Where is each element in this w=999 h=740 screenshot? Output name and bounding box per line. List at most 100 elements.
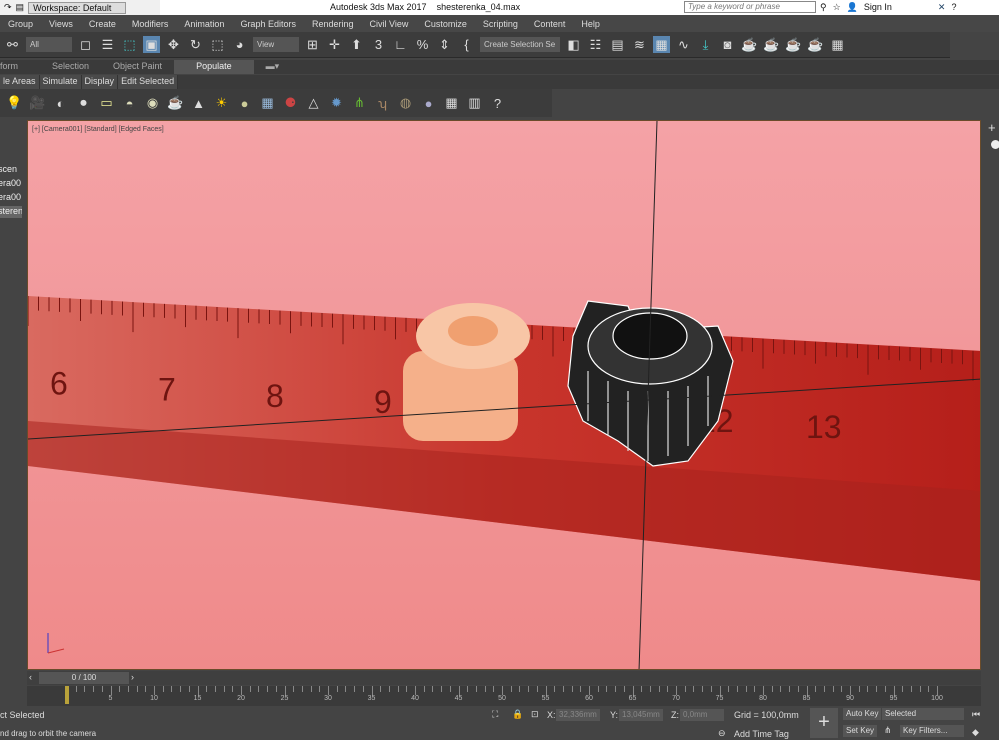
scale-icon[interactable]: ⬚ xyxy=(209,36,226,53)
toggle-ribbon-icon[interactable]: ▦ xyxy=(653,36,670,53)
modify-tab-icon[interactable] xyxy=(991,140,999,149)
particle-icon[interactable]: ⚈ xyxy=(282,95,299,112)
subtab-simulate[interactable]: Simulate xyxy=(39,75,82,89)
absolute-mode-icon[interactable]: ⊡ xyxy=(531,709,539,720)
sign-in-button[interactable]: Sign In xyxy=(864,2,892,13)
gear-icon[interactable]: ✹ xyxy=(328,95,345,112)
mirror-icon[interactable]: ◧ xyxy=(565,36,582,53)
half-sphere-icon[interactable]: ◐ xyxy=(52,95,69,112)
menu-group[interactable]: Group xyxy=(0,19,41,29)
isolate-icon[interactable]: ⛶ xyxy=(492,709,498,720)
menu-content[interactable]: Content xyxy=(526,19,574,29)
grid-view-icon[interactable]: ▦ xyxy=(443,95,460,112)
move-icon[interactable]: ✥ xyxy=(165,36,182,53)
export-icon[interactable]: ▥ xyxy=(466,95,483,112)
sphere-icon[interactable]: ● xyxy=(420,95,437,112)
align-icon[interactable]: ☷ xyxy=(587,36,604,53)
rendered-frame-icon[interactable]: ☕ xyxy=(763,36,780,53)
rotate-icon[interactable]: ↻ xyxy=(187,36,204,53)
schematic-view-icon[interactable]: ⤓ xyxy=(697,36,714,53)
curve-editor-icon[interactable]: ∿ xyxy=(675,36,692,53)
tab-populate[interactable]: Populate xyxy=(174,60,254,74)
render-grid-icon[interactable]: ▦ xyxy=(829,36,846,53)
edit-named-sets-icon[interactable]: { xyxy=(458,36,475,53)
disc-icon[interactable]: ● xyxy=(236,95,253,112)
material-editor-icon[interactable]: ◙ xyxy=(719,36,736,53)
layer-explorer-icon[interactable]: ≋ xyxy=(631,36,648,53)
key-filters-button[interactable]: Key Filters... xyxy=(900,725,964,737)
menu-customize[interactable]: Customize xyxy=(416,19,475,29)
key-tangent-icon[interactable]: ⋔ xyxy=(884,725,892,736)
rect-selection-icon[interactable]: ⬚ xyxy=(121,36,138,53)
dome-icon[interactable]: ◓ xyxy=(121,95,138,112)
menu-modifiers[interactable]: Modifiers xyxy=(124,19,177,29)
lock-icon[interactable]: 🔒 xyxy=(512,709,523,720)
cloth-icon[interactable]: ◍ xyxy=(397,95,414,112)
redo-icon[interactable]: ↷ xyxy=(4,2,12,13)
menu-rendering[interactable]: Rendering xyxy=(304,19,362,29)
render-setup-icon[interactable]: ☕ xyxy=(741,36,758,53)
exchange-icon[interactable]: ✕ xyxy=(938,2,946,13)
add-time-tag[interactable]: Add Time Tag xyxy=(734,729,789,739)
tab-object-paint[interactable]: Object Paint xyxy=(101,60,174,74)
named-selection-dropdown[interactable]: Create Selection Se xyxy=(480,37,560,52)
key-mode-toggle-icon[interactable]: ◆ xyxy=(972,727,979,738)
keyboard-shortcut-icon[interactable]: ⬆ xyxy=(348,36,365,53)
help-icon[interactable]: ? xyxy=(951,2,956,13)
camera-record-icon[interactable]: ⏺ xyxy=(75,95,92,112)
window-crossing-icon[interactable]: ▣ xyxy=(143,36,160,53)
auto-key-button[interactable]: Auto Key xyxy=(843,708,882,720)
time-slider-thumb[interactable]: 0 / 100 xyxy=(39,672,129,684)
ribbon-options-icon[interactable]: ▬▾ xyxy=(254,60,292,74)
set-key-big-button[interactable]: + xyxy=(810,708,838,738)
snaps-icon[interactable]: 3 xyxy=(370,36,387,53)
menu-animation[interactable]: Animation xyxy=(176,19,232,29)
workspace-dropdown[interactable]: Workspace: Default xyxy=(28,1,127,14)
render-cloud-icon[interactable]: ☕ xyxy=(807,36,824,53)
hair-icon[interactable]: ʮ xyxy=(374,95,391,112)
search-input[interactable]: Type a keyword or phrase xyxy=(684,1,816,13)
menu-scripting[interactable]: Scripting xyxy=(475,19,526,29)
menu-civil-view[interactable]: Civil View xyxy=(362,19,417,29)
pyramid-icon[interactable]: △ xyxy=(305,95,322,112)
list-item[interactable]: era00 xyxy=(0,192,22,204)
camera-viewport[interactable]: 678910111213 [+] [Camera001] [Standard] … xyxy=(27,120,981,670)
pivot-icon[interactable]: ⊞ xyxy=(304,36,321,53)
star-icon[interactable]: ☆ xyxy=(833,2,841,13)
prev-frame-icon[interactable]: ‹ xyxy=(29,672,32,682)
time-tag-icon[interactable]: ⊖ xyxy=(718,728,726,739)
light-lister-icon[interactable]: 💡 xyxy=(6,95,23,112)
help-circle-icon[interactable]: ? xyxy=(489,95,506,112)
track-bar[interactable]: 0510152025303540455055606570758085909510… xyxy=(27,686,981,706)
menu-graph-editors[interactable]: Graph Editors xyxy=(232,19,304,29)
goto-start-icon[interactable]: ⏮ xyxy=(972,709,980,720)
sphere-light-icon[interactable]: ◉ xyxy=(144,95,161,112)
render-icon[interactable]: ☕ xyxy=(785,36,802,53)
binoculars-icon[interactable]: ⚲ xyxy=(820,2,827,13)
subtab-edit-selected[interactable]: Edit Selected xyxy=(118,75,179,89)
next-frame-icon[interactable]: › xyxy=(131,672,134,682)
placement-icon[interactable]: ◕ xyxy=(231,36,248,53)
set-key-button[interactable]: Set Key xyxy=(843,725,878,737)
list-item[interactable]: steren xyxy=(0,206,22,218)
list-item[interactable]: era00 xyxy=(0,178,22,190)
cone-icon[interactable]: ▲ xyxy=(190,95,207,112)
reference-coord-dropdown[interactable]: View xyxy=(253,37,299,52)
grid-icon[interactable]: ▦ xyxy=(259,95,276,112)
select-by-name-icon[interactable]: ☰ xyxy=(99,36,116,53)
x-field[interactable]: 32,336mm xyxy=(556,709,600,721)
angle-snap-icon[interactable]: ∟ xyxy=(392,36,409,53)
subtab-idle-areas[interactable]: le Areas xyxy=(0,75,40,89)
list-item[interactable]: Ascen xyxy=(0,164,22,176)
grass-icon[interactable]: ⋔ xyxy=(351,95,368,112)
time-slider[interactable]: ‹ 0 / 100 › xyxy=(27,671,981,685)
tab-selection[interactable]: Selection xyxy=(30,60,101,74)
subtab-display[interactable]: Display xyxy=(81,75,119,89)
spinner-snap-icon[interactable]: ⇕ xyxy=(436,36,453,53)
current-frame-marker[interactable] xyxy=(65,686,69,704)
sun-icon[interactable]: ☀ xyxy=(213,95,230,112)
create-tab-icon[interactable]: + xyxy=(985,120,999,135)
menu-views[interactable]: Views xyxy=(41,19,81,29)
tab-freeform[interactable]: form xyxy=(0,60,30,74)
key-mode-dropdown[interactable]: Selected xyxy=(882,708,964,720)
